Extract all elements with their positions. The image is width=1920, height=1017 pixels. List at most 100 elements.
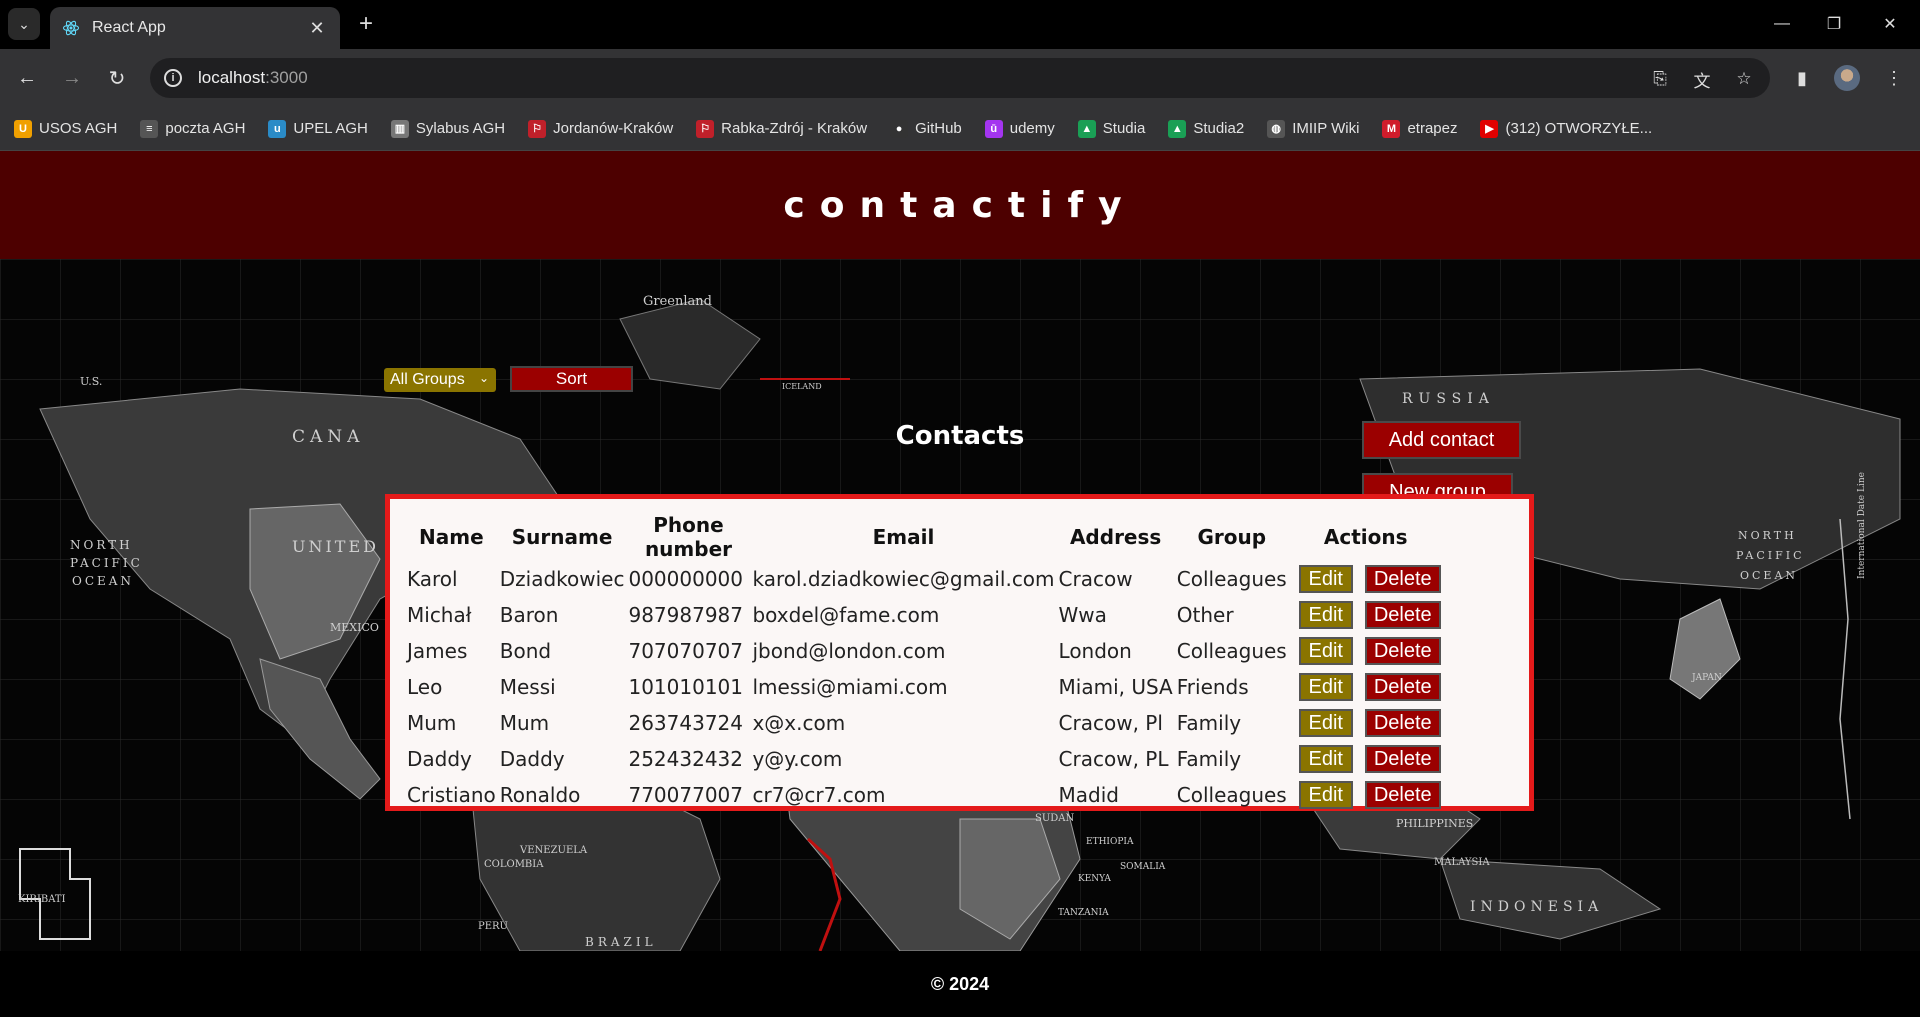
edit-button[interactable]: Edit [1298,781,1353,809]
new-tab-button[interactable]: + [352,10,380,38]
side-panel-icon[interactable]: ▮ [1786,62,1818,94]
back-icon[interactable]: ← [11,62,43,94]
bookmark-item[interactable]: u UPEL AGH [268,119,368,138]
table-cell: 707070707 [628,639,743,663]
table-cell: Friends [1176,675,1249,699]
usos-icon: U [14,119,32,138]
bookmark-label: Rabka-Zdrój - Kraków [721,120,868,137]
table-cell: Messi [499,675,556,699]
map-label: OCEAN [72,574,134,588]
column-header: Surname [511,525,613,549]
bookmark-label: UPEL AGH [293,120,368,137]
table-cell: 101010101 [628,675,743,699]
actions-cell: Edit Delete [1289,597,1443,633]
restore-icon[interactable]: ❐ [1810,8,1858,40]
map-label: ETHIOPIA [1086,837,1134,847]
page: contactify CANA UNITED NORTH PACIFIC OCE… [0,151,1920,1017]
table-cell: Cracow, PL [1058,747,1169,771]
chevron-down-icon: ⌄ [478,371,489,385]
map-label: SUDAN [1035,813,1075,824]
edit-button[interactable]: Edit [1298,637,1353,665]
delete-button[interactable]: Delete [1364,781,1441,809]
forward-icon[interactable]: → [56,62,88,94]
map-label: INDONESIA [1470,899,1603,915]
table-cell: Dziadkowiec [499,567,625,591]
bookmark-item[interactable]: ⚐ Rabka-Zdrój - Kraków [696,119,868,138]
tab-title: React App [92,19,166,36]
avatar[interactable] [1834,65,1860,91]
table-row: James Bond 707070707 jbond@london.com London… [405,633,1443,669]
group-filter-select[interactable]: All Groups ⌄ [384,368,496,392]
delete-button[interactable]: Delete [1364,673,1441,701]
table-cell: Michał [407,603,472,627]
globe-icon: ◍ [1267,119,1286,138]
app-brand: contactify [783,184,1137,226]
bookmark-item[interactable]: ▲ Studia2 [1168,119,1245,138]
delete-button[interactable]: Delete [1364,709,1441,737]
address-bar[interactable]: i localhost:3000 ⎘ 文 ☆ [150,58,1770,98]
bookmark-item[interactable]: Metrapez [1382,119,1457,138]
bookmark-item[interactable]: ▥ Sylabus AGH [390,119,505,138]
tab-search-button[interactable]: ⌄ [8,8,40,40]
reload-icon[interactable]: ↻ [101,62,133,94]
map-label: TANZANIA [1058,908,1109,918]
map-label: SOMALIA [1120,862,1166,872]
minimize-icon[interactable]: — [1758,8,1806,40]
bookmark-item[interactable]: ◍ IMIIP Wiki [1267,119,1359,138]
bookmark-label: Jordanów-Kraków [553,120,674,137]
table-cell: London [1058,639,1132,663]
bookmark-label: Studia2 [1193,120,1245,137]
table-cell: Wwa [1058,603,1107,627]
edit-button[interactable]: Edit [1298,745,1353,773]
table-cell: Baron [499,603,559,627]
table-cell: Daddy [407,747,472,771]
map-label: NORTH [70,538,133,552]
install-app-icon[interactable]: ⎘ [1648,67,1672,91]
table-cell: James [407,639,468,663]
map-label: PERU [478,921,508,932]
delete-button[interactable]: Delete [1364,745,1441,773]
url-port: :3000 [265,68,308,87]
translate-icon[interactable]: 文 [1690,67,1714,91]
actions-cell: Edit Delete [1289,705,1443,741]
edit-button[interactable]: Edit [1298,709,1353,737]
bookmark-item[interactable]: ⚐ Jordanów-Kraków [528,119,674,138]
bookmark-item[interactable]: ● GitHub [890,119,962,138]
table-cell: Miami, USA [1058,675,1173,699]
delete-button[interactable]: Delete [1364,565,1441,593]
bookmark-item[interactable]: ū udemy [984,119,1055,138]
app-header: contactify [0,151,1920,259]
map-label: MALAYSIA [1434,857,1490,868]
bookmark-item[interactable]: ▲ Studia [1077,119,1145,138]
table-header-row: Name Surname Phone number Email Address Group… [405,513,1443,561]
sort-button[interactable]: Sort [510,366,633,392]
actions-cell: Edit Delete [1289,669,1443,705]
bookmarks-bar: U USOS AGH ≡ poczta AGH u UPEL AGH ▥ Sylabus AG… [0,107,1920,151]
contacts-heading: Contacts [895,421,1025,451]
table-cell: Cristiano [407,783,496,807]
group-filter-value: All Groups [390,371,465,388]
bookmark-item[interactable]: ≡ poczta AGH [140,119,245,138]
bookmark-item[interactable]: ▶ (312) OTWORZYŁE... [1480,119,1652,138]
bookmark-item[interactable]: U USOS AGH [14,119,117,138]
column-header: Group [1197,525,1267,549]
delete-button[interactable]: Delete [1364,601,1441,629]
tab-strip: ⌄ React App ✕ + — ❐ ✕ [0,0,1920,49]
map-label: JAPAN [1691,673,1722,683]
table-cell: Mum [499,711,550,735]
actions-cell: Edit Delete [1289,561,1443,597]
star-icon[interactable]: ☆ [1732,67,1756,91]
actions-cell: Edit Delete [1289,777,1443,813]
drive-icon: ▲ [1168,119,1187,138]
edit-button[interactable]: Edit [1298,601,1353,629]
delete-button[interactable]: Delete [1364,637,1441,665]
site-info-icon[interactable]: i [164,69,182,87]
close-window-icon[interactable]: ✕ [1866,8,1914,40]
actions-cell: Edit Delete [1289,633,1443,669]
edit-button[interactable]: Edit [1298,673,1353,701]
more-menu-icon[interactable]: ⋮ [1878,62,1910,94]
table-cell: Ronaldo [499,783,581,807]
edit-button[interactable]: Edit [1298,565,1353,593]
close-icon[interactable]: ✕ [306,18,328,39]
tab-react-app[interactable]: React App ✕ [50,7,340,49]
